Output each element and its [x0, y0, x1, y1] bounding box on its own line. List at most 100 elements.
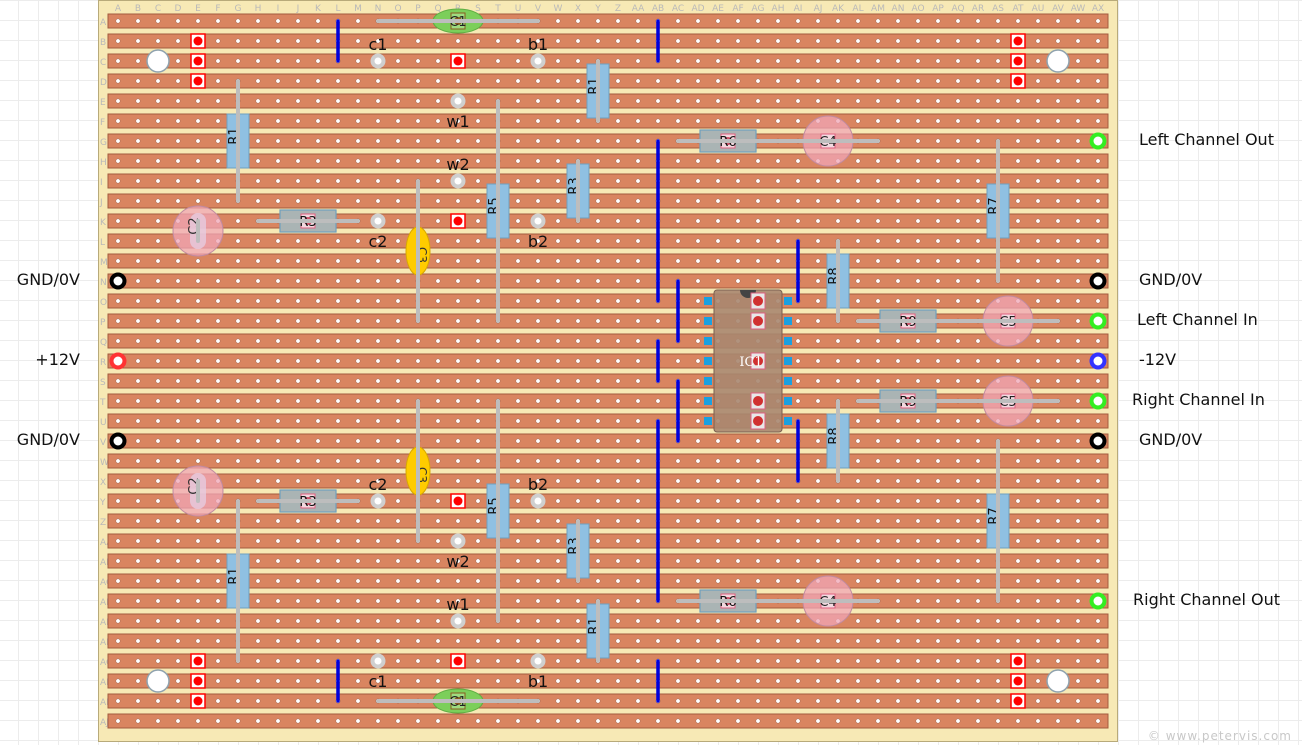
hole	[595, 578, 601, 584]
hole	[555, 38, 561, 44]
hole	[535, 178, 541, 184]
hole	[355, 318, 361, 324]
hole	[495, 378, 501, 384]
hole	[295, 338, 301, 344]
hole	[455, 338, 461, 344]
hole	[275, 558, 281, 564]
terminal-positive[interactable]	[109, 352, 127, 370]
hole	[995, 678, 1001, 684]
hole	[1075, 118, 1081, 124]
hole	[275, 438, 281, 444]
hole	[975, 658, 981, 664]
hole	[1075, 258, 1081, 264]
hole	[655, 98, 661, 104]
hole	[175, 438, 181, 444]
hole	[855, 658, 861, 664]
hole	[355, 118, 361, 124]
hole	[1095, 478, 1101, 484]
hole	[195, 418, 201, 424]
hole	[855, 358, 861, 364]
ic-ic1[interactable]: IC1	[704, 289, 792, 433]
hole	[735, 718, 741, 724]
hole	[735, 458, 741, 464]
offboard-pad-label: c2	[369, 475, 388, 494]
hole	[815, 358, 821, 364]
hole	[1095, 238, 1101, 244]
hole	[715, 658, 721, 664]
terminal-ground[interactable]	[1089, 272, 1107, 290]
column-label: AM	[871, 4, 885, 14]
hole	[535, 418, 541, 424]
hole	[635, 358, 641, 364]
hole	[915, 298, 921, 304]
offboard-pad-hole	[454, 617, 462, 625]
hole	[775, 158, 781, 164]
hole	[735, 98, 741, 104]
hole	[1015, 98, 1021, 104]
external-label: GND/0V	[1139, 270, 1203, 289]
hole	[535, 298, 541, 304]
hole	[355, 398, 361, 404]
hole	[435, 358, 441, 364]
terminal-ground[interactable]	[1089, 432, 1107, 450]
hole	[195, 558, 201, 564]
hole	[275, 638, 281, 644]
hole	[675, 558, 681, 564]
hole	[535, 638, 541, 644]
terminal-input[interactable]	[1089, 392, 1107, 410]
hole	[295, 398, 301, 404]
hole	[275, 578, 281, 584]
hole	[295, 718, 301, 724]
hole	[135, 318, 141, 324]
hole	[455, 398, 461, 404]
hole	[395, 298, 401, 304]
hole	[715, 118, 721, 124]
watermark: © www.petervis.com	[1147, 729, 1292, 743]
hole	[195, 518, 201, 524]
hole	[275, 398, 281, 404]
ic-pin	[704, 297, 712, 305]
hole	[555, 298, 561, 304]
hole	[135, 158, 141, 164]
terminal-output[interactable]	[1089, 132, 1107, 150]
hole	[275, 598, 281, 604]
hole	[815, 78, 821, 84]
hole	[735, 638, 741, 644]
hole	[695, 238, 701, 244]
hole	[755, 558, 761, 564]
terminal-ground[interactable]	[109, 272, 127, 290]
hole	[475, 538, 481, 544]
hole	[175, 558, 181, 564]
hole	[455, 38, 461, 44]
hole	[475, 478, 481, 484]
hole	[975, 238, 981, 244]
terminal-output[interactable]	[1089, 592, 1107, 610]
hole	[575, 618, 581, 624]
hole	[115, 558, 121, 564]
hole	[1075, 678, 1081, 684]
hole	[575, 458, 581, 464]
hole	[355, 58, 361, 64]
hole	[915, 218, 921, 224]
hole	[735, 238, 741, 244]
hole	[175, 618, 181, 624]
hole	[735, 578, 741, 584]
terminal-negative[interactable]	[1089, 352, 1107, 370]
hole	[815, 258, 821, 264]
hole	[695, 98, 701, 104]
hole	[595, 398, 601, 404]
hole	[815, 518, 821, 524]
hole	[635, 338, 641, 344]
hole	[555, 218, 561, 224]
hole	[975, 178, 981, 184]
hole	[535, 278, 541, 284]
terminal-input[interactable]	[1089, 312, 1107, 330]
hole	[1075, 38, 1081, 44]
hole	[1055, 658, 1061, 664]
hole	[335, 618, 341, 624]
hole	[435, 98, 441, 104]
hole	[875, 258, 881, 264]
track-cut-dot	[1013, 696, 1023, 706]
hole	[215, 618, 221, 624]
terminal-ground[interactable]	[109, 432, 127, 450]
